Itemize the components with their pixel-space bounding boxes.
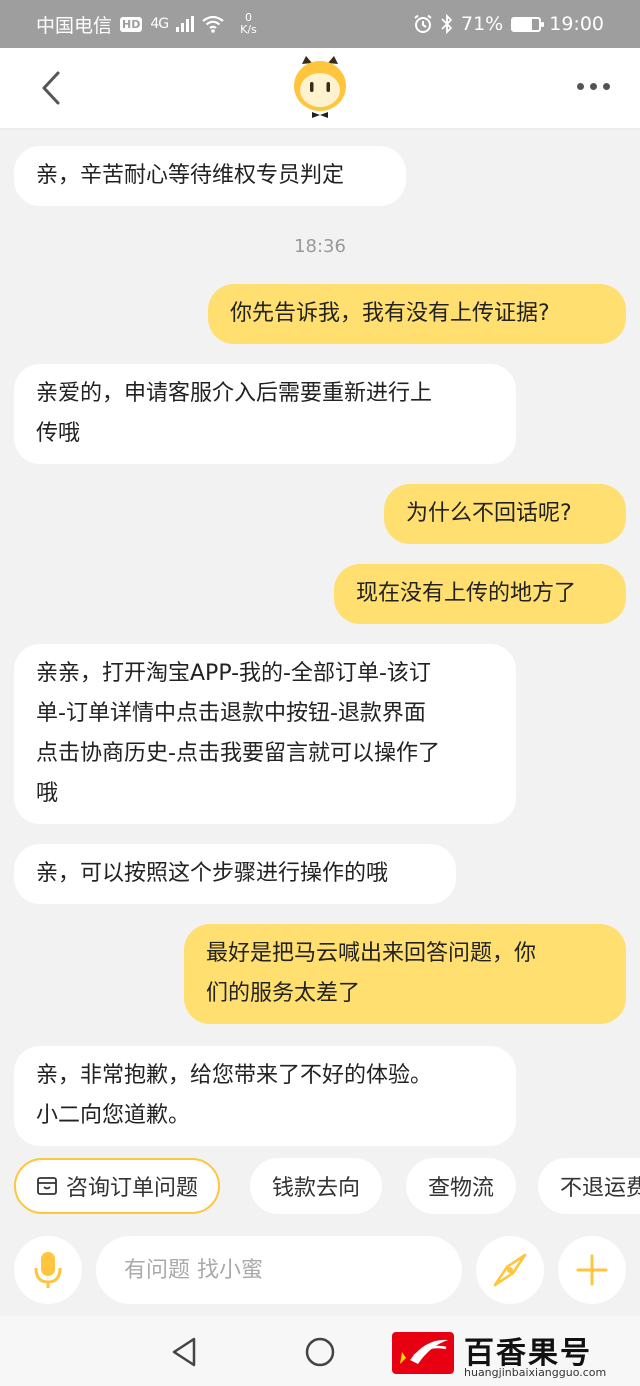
message-text: 现在没有上传的地方了 — [356, 581, 577, 606]
message-text: 为什么不回话呢? — [406, 501, 572, 526]
microphone-icon — [34, 1252, 62, 1288]
status-left: 中国电信 HD 4G 0 K/s — [36, 11, 257, 38]
chip-label: 查物流 — [428, 1176, 495, 1201]
message-line: 最好是把马云喊出来回答问题，你 — [206, 941, 537, 966]
message-line: 哦 — [36, 781, 59, 806]
alarm-icon — [414, 14, 432, 33]
message-bubble-right: 最好是把马云喊出来回答问题，你 们的服务太差了 — [184, 924, 626, 1024]
plus-icon — [576, 1254, 608, 1286]
message-bubble-left: 亲，可以按照这个步骤进行操作的哦 — [14, 844, 456, 904]
chip-label: 不退运费 — [560, 1176, 640, 1201]
chat-header — [0, 48, 640, 128]
message-line: 们的服务太差了 — [206, 981, 361, 1006]
chip-label: 钱款去向 — [272, 1176, 361, 1201]
battery-level — [513, 18, 532, 30]
message-text: 亲，可以按照这个步骤进行操作的哦 — [36, 861, 389, 886]
input-bar — [0, 1226, 640, 1316]
status-right: 71% 19:00 — [413, 13, 604, 35]
message-line: 亲，非常抱歉，给您带来了不好的体验。 — [36, 1063, 433, 1088]
network-type: 4G — [150, 16, 169, 32]
back-button[interactable] — [34, 70, 68, 106]
message-timestamp: 18:36 — [294, 236, 346, 257]
watermark: 百香果号 huangjinbaixiangguo.com — [392, 1330, 632, 1380]
message-line: 单-订单详情中点击退款中按钮-退款界面 — [36, 701, 426, 726]
passion-fruit-logo-icon — [392, 1332, 454, 1374]
message-bubble-left: 亲爱的，申请客服介入后需要重新进行上 传哦 — [14, 364, 516, 464]
wifi-icon — [202, 15, 224, 33]
compass-icon — [493, 1253, 527, 1287]
clock: 19:00 — [549, 13, 604, 35]
chevron-left-icon — [42, 71, 60, 105]
voice-button[interactable] — [14, 1236, 82, 1304]
message-list[interactable]: 亲，辛苦耐心等待维权专员判定 18:36 你先告诉我，我有没有上传证据? 亲爱的… — [0, 128, 640, 1150]
quick-reply-bar[interactable]: 咨询订单问题 钱款去向 查物流 不退运费 — [0, 1158, 640, 1214]
quick-reply-logistics[interactable]: 查物流 — [406, 1158, 517, 1214]
message-bubble-left: 亲，非常抱歉，给您带来了不好的体验。 小二向您道歉。 — [14, 1046, 516, 1146]
watermark-url: huangjinbaixiangguo.com — [464, 1366, 607, 1379]
speed-unit: K/s — [240, 23, 257, 36]
triangle-back-icon — [172, 1337, 196, 1367]
message-line: 点击协商历史-点击我要留言就可以操作了 — [36, 741, 440, 766]
battery-percent: 71% — [461, 13, 504, 35]
message-input[interactable] — [96, 1236, 462, 1304]
battery-icon — [511, 16, 545, 32]
quick-reply-order[interactable]: 咨询订单问题 — [14, 1158, 221, 1214]
nav-back-button[interactable] — [166, 1334, 202, 1370]
message-bubble-left: 亲亲，打开淘宝APP-我的-全部订单-该订 单-订单详情中点击退款中按钮-退款界… — [14, 644, 516, 824]
quick-reply-refund[interactable]: 钱款去向 — [250, 1158, 383, 1214]
message-text: 你先告诉我，我有没有上传证据? — [230, 301, 550, 326]
message-bubble-left: 亲，辛苦耐心等待维权专员判定 — [14, 146, 406, 206]
order-icon — [37, 1177, 57, 1195]
chip-label: 咨询订单问题 — [66, 1176, 199, 1201]
carrier-name: 中国电信 — [36, 14, 113, 37]
discover-button[interactable] — [476, 1236, 544, 1304]
nav-home-button[interactable] — [302, 1334, 338, 1370]
status-bar: 中国电信 HD 4G 0 K/s 71% 19:00 — [0, 0, 640, 48]
circle-home-icon — [305, 1337, 335, 1367]
message-text: 亲，辛苦耐心等待维权专员判定 — [36, 163, 345, 188]
more-dot-icon — [603, 82, 610, 90]
quick-reply-shipping-fee[interactable]: 不退运费 — [538, 1158, 640, 1214]
more-dot-icon — [577, 82, 584, 90]
message-bubble-right: 为什么不回话呢? — [384, 484, 626, 544]
signal-icon — [176, 16, 195, 32]
hd-badge: HD — [120, 16, 143, 32]
network-speed: 0 K/s — [240, 12, 257, 36]
message-line: 传哦 — [36, 421, 81, 446]
message-bubble-right: 现在没有上传的地方了 — [334, 564, 626, 624]
message-line: 亲亲，打开淘宝APP-我的-全部订单-该订 — [36, 661, 431, 686]
add-button[interactable] — [558, 1236, 626, 1304]
owl-mascot-icon — [294, 56, 346, 118]
message-bubble-right: 你先告诉我，我有没有上传证据? — [208, 284, 626, 344]
message-line: 小二向您道歉。 — [36, 1103, 191, 1128]
more-button[interactable] — [577, 76, 610, 96]
message-line: 亲爱的，申请客服介入后需要重新进行上 — [36, 381, 433, 406]
bluetooth-icon — [441, 14, 453, 34]
more-dot-icon — [590, 82, 597, 90]
